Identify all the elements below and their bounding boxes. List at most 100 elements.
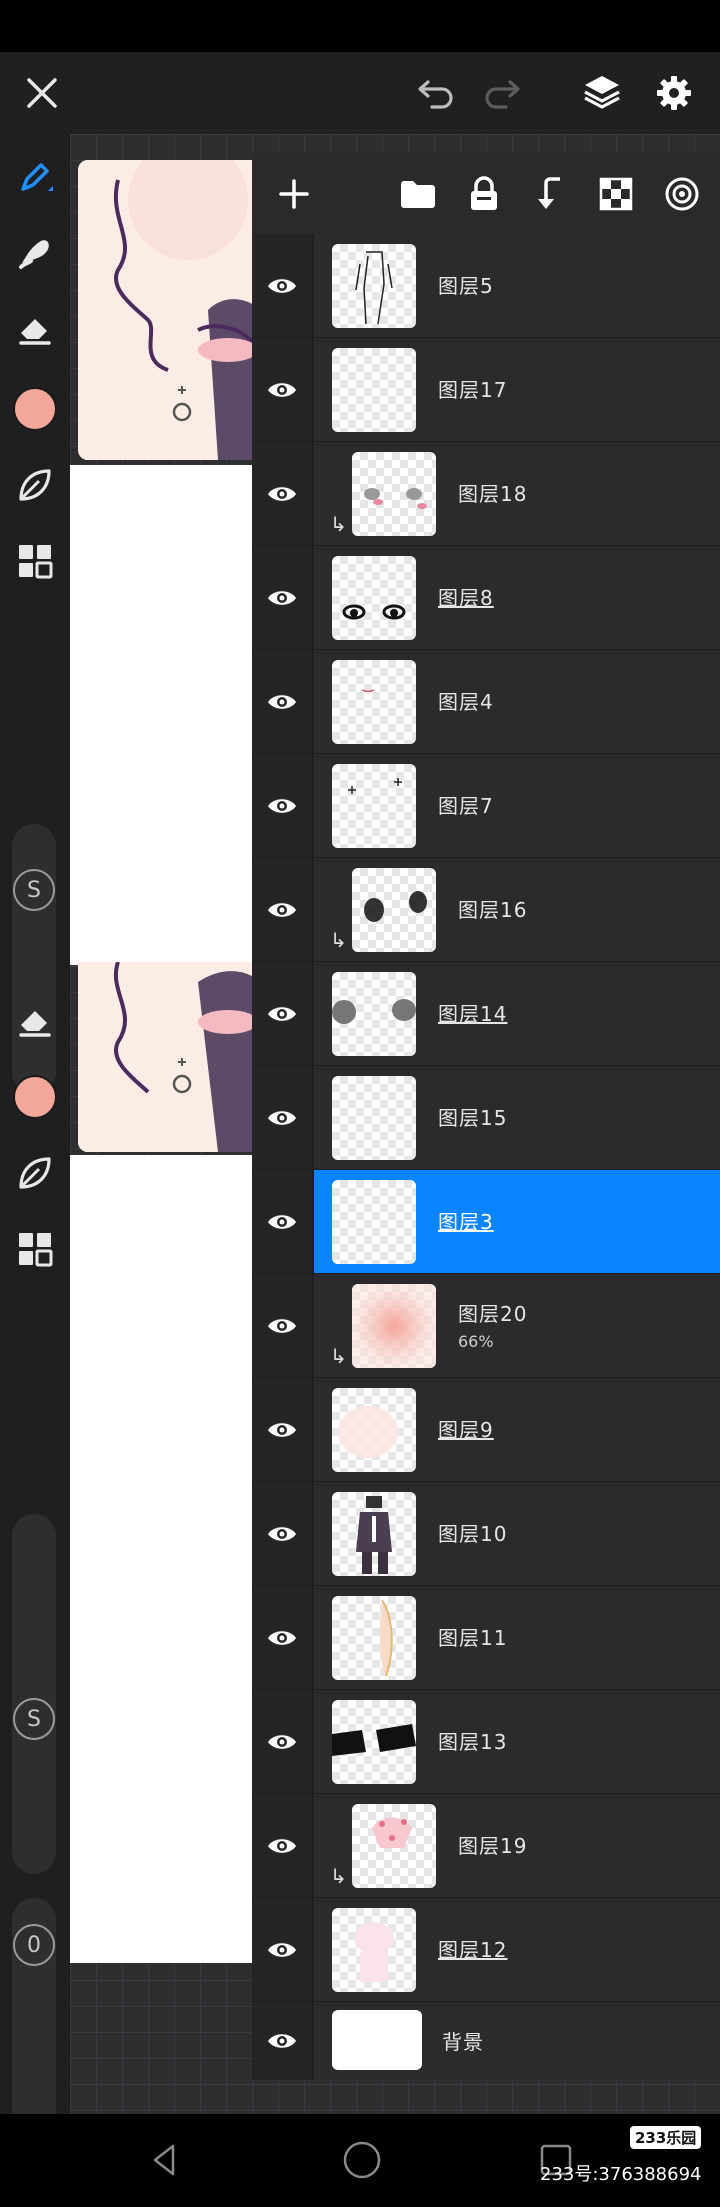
layer-thumbnail [332, 1076, 416, 1160]
close-icon[interactable] [18, 69, 66, 117]
layer-thumbnail [332, 2010, 422, 2070]
layer-row[interactable]: 图层10 [252, 1482, 720, 1586]
eye-icon[interactable] [252, 546, 312, 649]
layer-thumbnail [332, 1492, 416, 1576]
layer-row[interactable]: 图层9 [252, 1378, 720, 1482]
merge-down-icon[interactable] [526, 170, 574, 218]
layer-thumbnail [332, 556, 416, 640]
layer-row[interactable]: 图层17 [252, 338, 720, 442]
eye-icon[interactable] [252, 442, 312, 545]
color-swatch[interactable] [10, 384, 60, 434]
back-icon[interactable] [145, 2140, 185, 2180]
checker-icon[interactable] [592, 170, 640, 218]
layers-toolbar [252, 152, 720, 234]
canvas-page[interactable] [70, 465, 255, 965]
canvas-artwork[interactable] [78, 962, 268, 1152]
canvas-artwork[interactable] [78, 160, 268, 460]
layer-name: 图层19 [458, 1834, 528, 1858]
system-nav-bar: 233乐园 233号:376388694 [0, 2114, 720, 2207]
layer-row[interactable]: 图层12 [252, 1898, 720, 2002]
layer-thumbnail [352, 868, 436, 952]
home-icon[interactable] [340, 2138, 384, 2182]
layer-row[interactable]: 图层14 [252, 962, 720, 1066]
layer-thumbnail [332, 1180, 416, 1264]
layer-row[interactable]: 图层5 [252, 234, 720, 338]
color-swatch[interactable] [10, 1072, 60, 1122]
layer-name: 图层17 [438, 378, 508, 402]
layer-name: 图层16 [458, 898, 528, 922]
layer-thumbnail [332, 764, 416, 848]
layer-row[interactable]: 图层7 [252, 754, 720, 858]
layer-thumbnail [332, 348, 416, 432]
eye-icon[interactable] [252, 754, 312, 857]
clip-arrow-icon: ↳ [330, 928, 347, 952]
eye-icon[interactable] [252, 1170, 312, 1273]
size-slider[interactable] [12, 824, 56, 1094]
eye-icon[interactable] [252, 338, 312, 441]
folder-icon[interactable] [394, 170, 442, 218]
eye-icon[interactable] [252, 1690, 312, 1793]
grid-icon[interactable] [10, 536, 60, 586]
layer-row[interactable]: ↳ 图层20 66% [252, 1274, 720, 1378]
eye-icon[interactable] [252, 1482, 312, 1585]
eye-icon[interactable] [252, 1794, 312, 1897]
layer-row-background[interactable]: 背景 [252, 2002, 720, 2080]
layer-row[interactable]: 图层8 [252, 546, 720, 650]
pen-icon[interactable] [10, 152, 60, 202]
layer-name: 图层13 [438, 1730, 508, 1754]
canvas-page[interactable] [70, 1155, 255, 1963]
leaf-icon[interactable] [10, 1148, 60, 1198]
eye-icon[interactable] [252, 234, 312, 337]
leaf-icon[interactable] [10, 460, 60, 510]
layer-name: 图层7 [438, 794, 494, 818]
layer-name: 图层5 [438, 274, 494, 298]
layer-name: 图层9 [438, 1418, 494, 1442]
grid-icon[interactable] [10, 1224, 60, 1274]
layer-name: 图层12 [438, 1938, 508, 1962]
layer-row-selected[interactable]: 图层3 [252, 1170, 720, 1274]
size-slider[interactable] [12, 1514, 56, 1874]
eraser-icon[interactable] [10, 996, 60, 1046]
layer-thumbnail [332, 1908, 416, 1992]
watermark-id: 233号:376388694 [540, 2164, 702, 2185]
layer-row[interactable]: ↳ 图层19 [252, 1794, 720, 1898]
eye-icon[interactable] [252, 1378, 312, 1481]
undo-icon[interactable] [412, 69, 460, 117]
left-toolbar: S S 0 [0, 134, 70, 2148]
clip-arrow-icon: ↳ [330, 1344, 347, 1368]
smudge-icon[interactable] [10, 228, 60, 278]
eye-icon[interactable] [252, 650, 312, 753]
layer-row[interactable]: ↳ 图层18 [252, 442, 720, 546]
eye-icon[interactable] [252, 2002, 312, 2080]
layers-icon[interactable] [578, 67, 626, 115]
layer-name: 图层8 [438, 586, 494, 610]
layer-thumbnail [332, 1596, 416, 1680]
size-indicator: S [13, 1698, 55, 1740]
layer-row[interactable]: 图层4 [252, 650, 720, 754]
eraser-icon[interactable] [10, 304, 60, 354]
layer-opacity: 66% [458, 1332, 494, 1351]
layer-row[interactable]: 图层11 [252, 1586, 720, 1690]
layer-name: 图层14 [438, 1002, 508, 1026]
layer-thumbnail [332, 244, 416, 328]
layer-name: 图层3 [438, 1210, 494, 1234]
watermark-brand: 233乐园 [630, 2126, 702, 2149]
layer-name: 图层4 [438, 690, 494, 714]
eye-icon[interactable] [252, 1898, 312, 2001]
target-icon[interactable] [658, 170, 706, 218]
eye-icon[interactable] [252, 1274, 312, 1377]
add-icon[interactable] [270, 170, 318, 218]
eye-icon[interactable] [252, 962, 312, 1065]
eye-icon[interactable] [252, 858, 312, 961]
settings-icon[interactable] [650, 69, 698, 117]
layer-thumbnail [352, 452, 436, 536]
layer-row[interactable]: 图层15 [252, 1066, 720, 1170]
layer-thumbnail [332, 1388, 416, 1472]
layer-row[interactable]: ↳ 图层16 [252, 858, 720, 962]
layer-row[interactable]: 图层13 [252, 1690, 720, 1794]
lock-icon[interactable] [460, 170, 508, 218]
eye-icon[interactable] [252, 1066, 312, 1169]
eye-icon[interactable] [252, 1586, 312, 1689]
top-toolbar [0, 52, 720, 134]
redo-icon[interactable] [478, 69, 526, 117]
